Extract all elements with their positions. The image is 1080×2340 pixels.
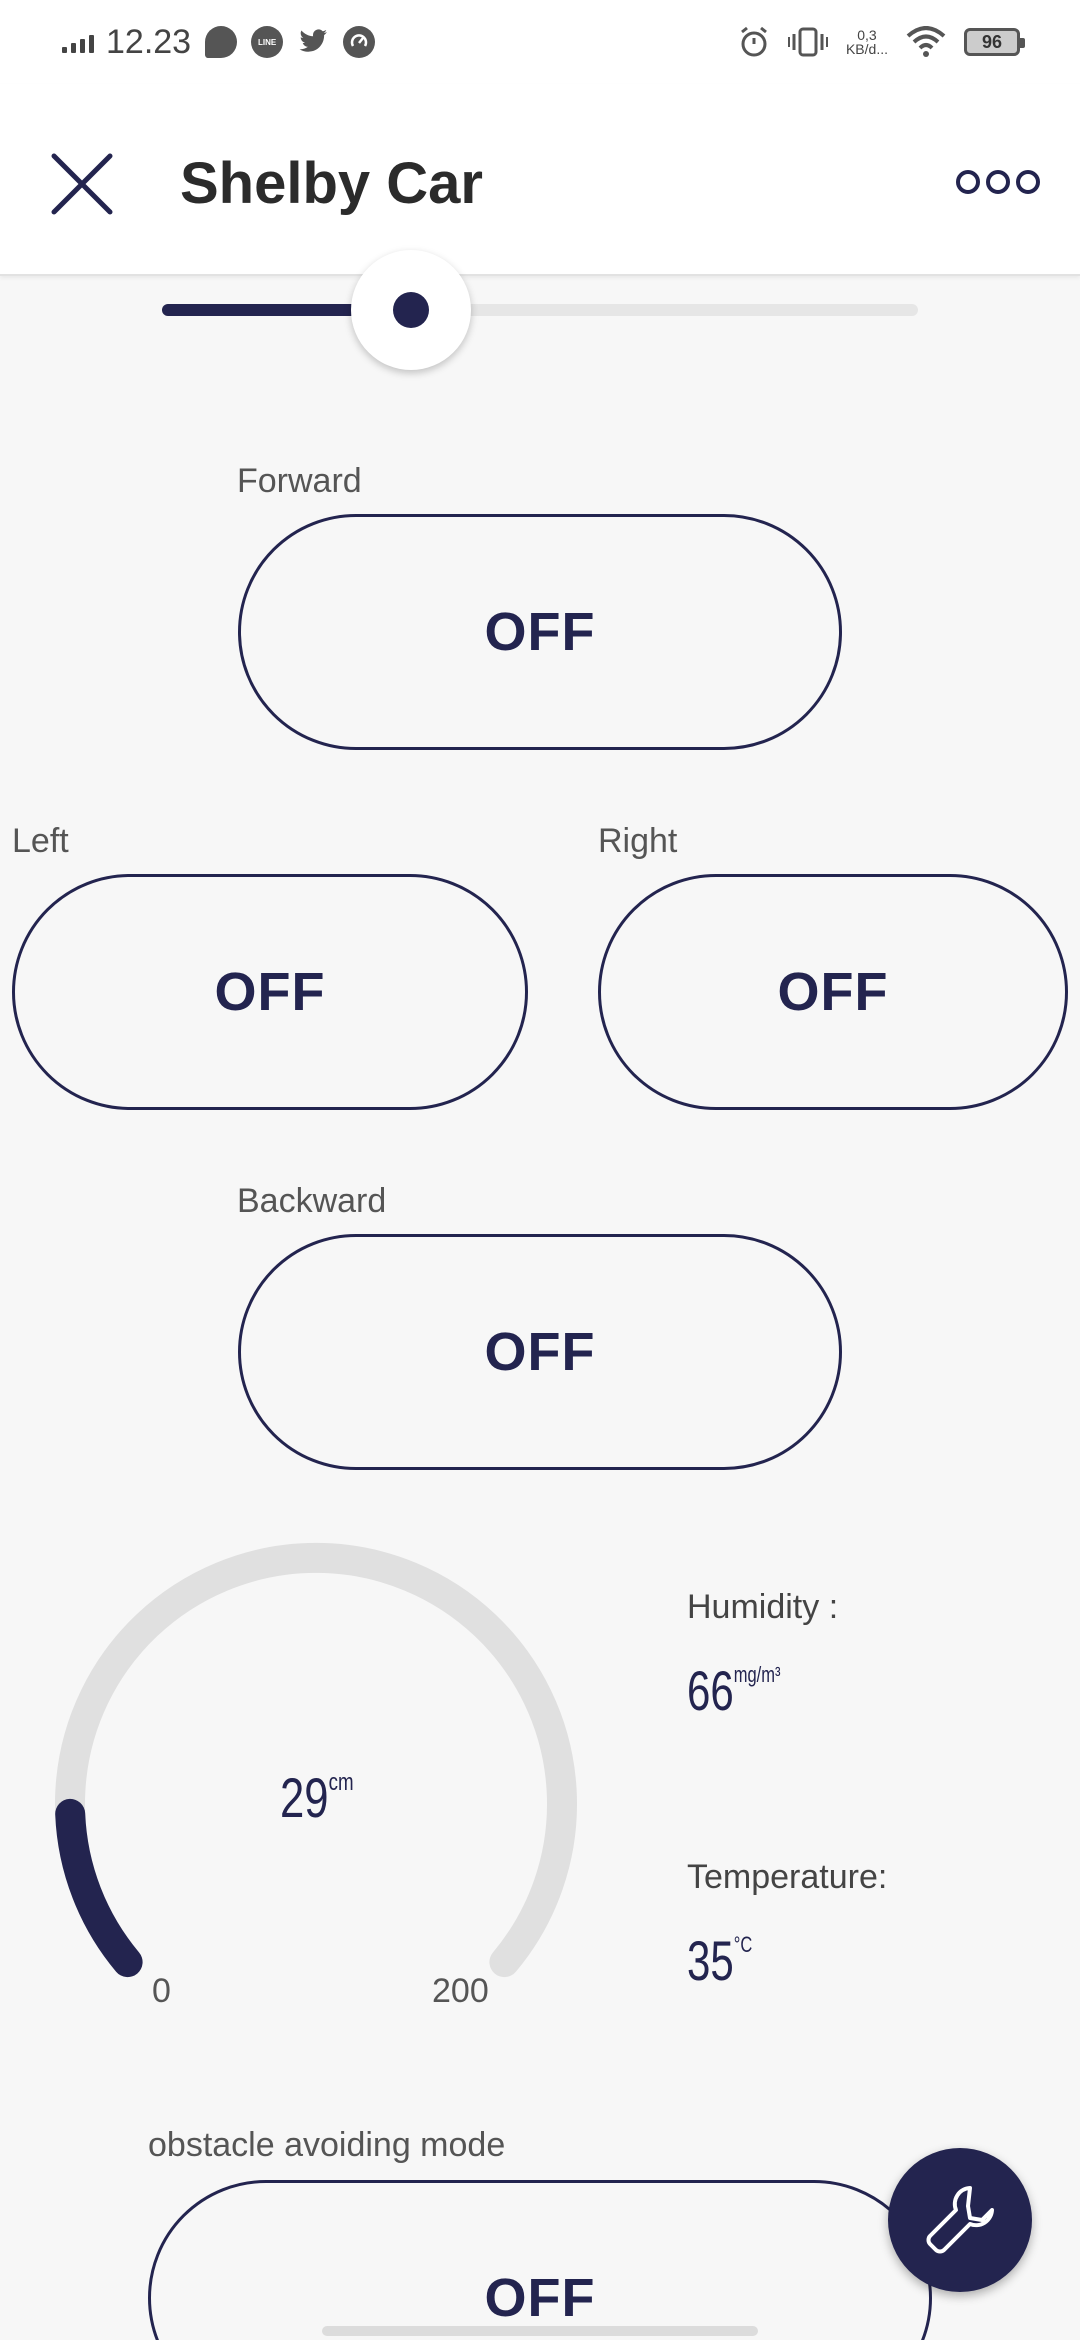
chat-icon	[205, 26, 238, 58]
left-button[interactable]: OFF	[12, 874, 528, 1110]
gauge-value: 29cm	[280, 1766, 354, 1829]
gauge-track	[55, 1542, 577, 1978]
status-left: 12.23 LINE	[62, 22, 376, 62]
humidity-label: Humidity :	[687, 1588, 839, 1626]
line-icon: LINE	[251, 26, 284, 58]
obstacle-mode-button[interactable]: OFF	[148, 2180, 932, 2340]
more-icon-dot	[956, 170, 980, 194]
slider-thumb[interactable]	[351, 250, 472, 370]
twitter-icon	[297, 26, 329, 58]
battery-icon: 96	[964, 28, 1025, 56]
status-right: 0,3 KB/d... 96	[738, 22, 1025, 62]
network-speed: 0,3 KB/d...	[845, 27, 888, 57]
gauge-max-label: 200	[432, 1972, 489, 2010]
temperature-value: 35°C	[687, 1929, 753, 1992]
backward-label: Backward	[237, 1182, 387, 1220]
right-label: Right	[598, 822, 678, 860]
obstacle-mode-label: obstacle avoiding mode	[148, 2126, 506, 2164]
right-button[interactable]: OFF	[598, 874, 1068, 1110]
gauge-fill	[55, 1798, 143, 1978]
wifi-icon	[906, 26, 946, 57]
close-button[interactable]	[44, 146, 120, 222]
close-icon	[51, 153, 113, 215]
distance-gauge: 29cm 0 200	[40, 1540, 600, 2020]
more-icon-dot	[1016, 170, 1040, 194]
vibrate-icon	[787, 27, 828, 57]
backward-button[interactable]: OFF	[238, 1234, 842, 1470]
speed-slider[interactable]	[162, 250, 918, 370]
home-indicator	[322, 2326, 758, 2336]
settings-fab[interactable]	[888, 2148, 1032, 2292]
left-label: Left	[12, 822, 69, 860]
page-title: Shelby Car	[180, 151, 483, 216]
alarm-icon	[741, 26, 767, 57]
humidity-value: 66mg/m³	[687, 1659, 781, 1722]
more-icon-dot	[986, 170, 1010, 194]
status-bar: 12.23 LINE 0,3 KB/d... 96	[0, 0, 1080, 84]
forward-button[interactable]: OFF	[238, 514, 842, 750]
gauge-min-label: 0	[152, 1972, 171, 2010]
wrench-icon	[926, 2186, 994, 2254]
speedometer-icon	[343, 26, 376, 58]
forward-label: Forward	[237, 462, 362, 500]
status-time: 12.23	[106, 22, 192, 61]
temperature-label: Temperature:	[687, 1858, 888, 1896]
app-bar: Shelby Car	[0, 84, 1080, 276]
gauge-arc	[55, 1542, 577, 1978]
signal-icon	[62, 31, 94, 53]
more-button[interactable]	[956, 162, 1040, 202]
